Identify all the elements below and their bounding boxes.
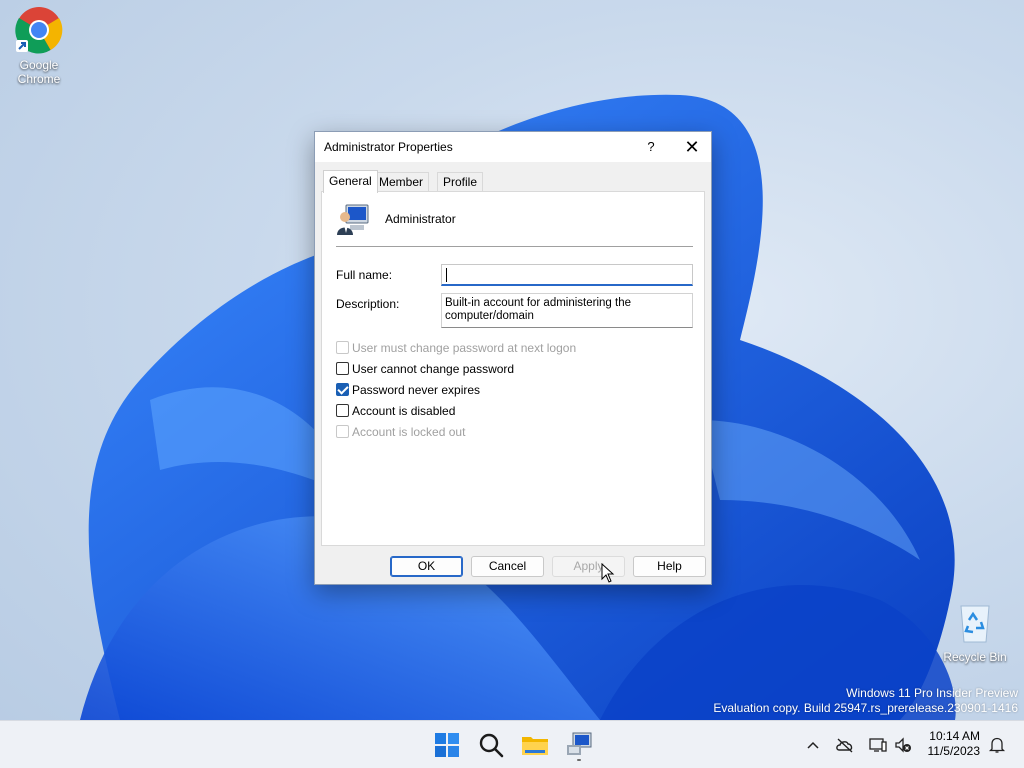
- search-icon[interactable]: [475, 729, 507, 761]
- computer-management-icon[interactable]: [563, 729, 595, 761]
- close-button[interactable]: ✕: [673, 133, 711, 161]
- desktop-icon-label: Recycle Bin: [943, 650, 1007, 664]
- checkbox-label: User must change password at next logon: [352, 341, 577, 355]
- checkbox-box[interactable]: [336, 425, 349, 438]
- checkbox-box[interactable]: [336, 404, 349, 417]
- dialog-titlebar[interactable]: Administrator Properties ? ✕: [315, 132, 711, 162]
- administrator-properties-dialog: Administrator Properties ? ✕ General Mem…: [314, 131, 712, 585]
- chrome-icon: [15, 6, 63, 54]
- checkbox-label: Account is locked out: [352, 425, 466, 439]
- checkbox-label: User cannot change password: [352, 362, 515, 376]
- text-caret: [446, 268, 447, 282]
- windows-start-icon[interactable]: [431, 729, 463, 761]
- file-explorer-icon[interactable]: [519, 729, 551, 761]
- onedrive-offline-icon[interactable]: [835, 735, 855, 755]
- description-label: Description:: [336, 297, 400, 311]
- help-button[interactable]: ?: [631, 133, 671, 161]
- user-account-icon: [336, 203, 370, 237]
- full-name-label: Full name:: [336, 268, 393, 282]
- chevron-up-icon[interactable]: [803, 735, 823, 755]
- description-input[interactable]: Built-in account for administering the c…: [441, 293, 693, 328]
- evaluation-watermark: Windows 11 Pro Insider Preview Evaluatio…: [713, 686, 1018, 716]
- desktop-icon-chrome[interactable]: Google Chrome: [0, 6, 78, 86]
- system-clock[interactable]: 10:14 AM 11/5/2023: [918, 729, 981, 759]
- recycle-bin-icon: [951, 598, 999, 646]
- network-icon[interactable]: [868, 735, 888, 755]
- tab-member-of[interactable]: Member Of: [373, 172, 430, 207]
- general-tab-panel: Administrator Full name: Description: Bu…: [321, 191, 705, 546]
- mouse-pointer-icon: [601, 563, 615, 583]
- account-name: Administrator: [385, 212, 456, 226]
- checkbox-box[interactable]: [336, 362, 349, 375]
- watermark-line-1: Windows 11 Pro Insider Preview: [846, 686, 1018, 700]
- tab-general[interactable]: General: [323, 170, 378, 193]
- clock-time: 10:14 AM: [929, 729, 980, 743]
- separator: [336, 246, 693, 247]
- dialog-title: Administrator Properties: [324, 140, 453, 154]
- checkbox-label: Password never expires: [352, 383, 481, 397]
- checkbox-box[interactable]: [336, 383, 349, 396]
- checkbox-label: Account is disabled: [352, 404, 456, 418]
- full-name-input[interactable]: [441, 264, 693, 286]
- tab-profile[interactable]: Profile: [437, 172, 484, 192]
- notification-bell-icon[interactable]: [987, 735, 1007, 755]
- volume-muted-icon[interactable]: [893, 735, 913, 755]
- desktop-icon-label: Google Chrome: [17, 58, 61, 86]
- taskbar: 10:14 AM 11/5/2023: [0, 720, 1024, 768]
- ok-button[interactable]: OK: [390, 556, 463, 577]
- clock-date: 11/5/2023: [927, 744, 981, 758]
- watermark-line-2: Evaluation copy. Build 25947.rs_prerelea…: [713, 701, 1018, 715]
- help-dialog-button[interactable]: Help: [633, 556, 706, 577]
- cancel-button[interactable]: Cancel: [471, 556, 544, 577]
- checkbox-box[interactable]: [336, 341, 349, 354]
- desktop-icon-recycle-bin[interactable]: Recycle Bin: [936, 598, 1014, 664]
